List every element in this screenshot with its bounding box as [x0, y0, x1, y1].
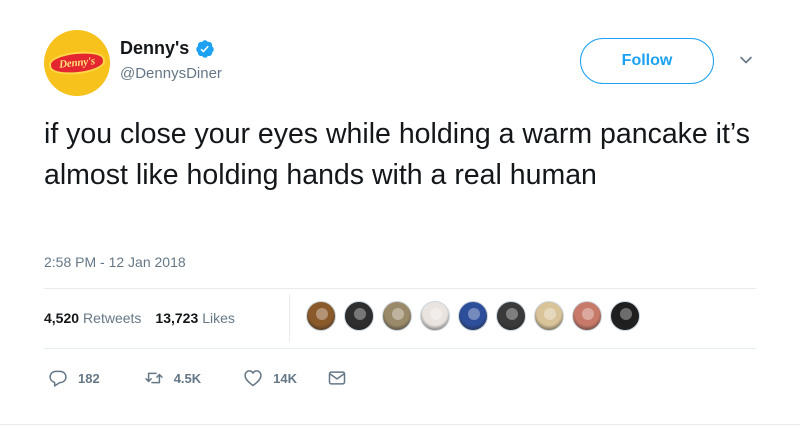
verified-badge-icon	[196, 39, 215, 58]
author-info: Denny's @DennysDiner	[120, 38, 222, 82]
likes-label: Likes	[202, 310, 235, 326]
chevron-down-icon[interactable]	[738, 52, 754, 68]
like-button[interactable]: 14K	[243, 368, 297, 388]
retweet-button[interactable]: 4.5K	[144, 368, 201, 388]
retweet-icon	[145, 372, 163, 384]
stats-separator	[289, 294, 290, 342]
like-count: 14K	[273, 370, 298, 386]
reply-icon	[49, 370, 67, 387]
retweets-count: 4,520	[44, 310, 80, 326]
reply-button[interactable]: 182	[48, 368, 100, 388]
liker-avatar[interactable]	[344, 301, 374, 331]
avatar[interactable]: Denny's	[44, 30, 110, 96]
liker-avatar[interactable]	[610, 301, 640, 331]
retweets-label: Retweets	[83, 310, 142, 326]
retweets-stat[interactable]: 4,520 Retweets	[44, 310, 141, 326]
likes-count: 13,723	[155, 310, 199, 326]
likes-stat[interactable]: 13,723 Likes	[155, 310, 235, 326]
liker-avatar[interactable]	[420, 301, 450, 331]
tweet-text: if you close your eyes while holding a w…	[44, 118, 751, 191]
name-row: Denny's	[120, 38, 222, 59]
liker-avatars	[306, 301, 648, 331]
display-name[interactable]: Denny's	[120, 38, 189, 59]
author-handle[interactable]: @DennysDiner	[120, 65, 222, 82]
tweet-actions: 182 4.5K 14K	[48, 368, 387, 388]
liker-avatar[interactable]	[382, 301, 412, 331]
envelope-icon	[328, 371, 346, 385]
dennys-logo: Denny's	[48, 49, 106, 77]
liker-avatar[interactable]	[496, 301, 526, 331]
liker-avatar[interactable]	[306, 301, 336, 331]
heart-icon	[244, 370, 262, 387]
liker-avatar[interactable]	[458, 301, 488, 331]
tweet-header: Denny's Denny's @DennysDiner Follow	[44, 30, 764, 100]
follow-button[interactable]: Follow	[580, 38, 714, 84]
liker-avatar[interactable]	[534, 301, 564, 331]
logo-text: Denny's	[58, 55, 96, 71]
retweet-count: 4.5K	[173, 370, 202, 386]
divider	[44, 288, 756, 289]
bottom-border	[0, 424, 800, 425]
divider	[44, 348, 756, 349]
direct-message-button[interactable]	[327, 368, 347, 388]
tweet-stats: 4,520 Retweets 13,723 Likes	[44, 310, 235, 326]
liker-avatar[interactable]	[572, 301, 602, 331]
tweet-timestamp[interactable]: 2:58 PM - 12 Jan 2018	[44, 254, 186, 270]
reply-count: 182	[78, 370, 100, 386]
